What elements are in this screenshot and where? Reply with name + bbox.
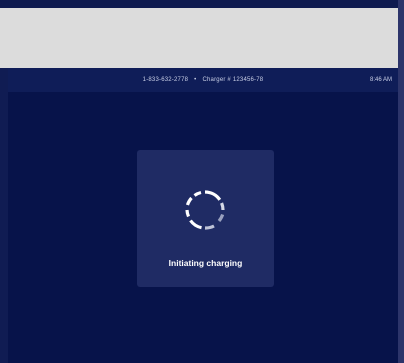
support-phone: 1-833-632-2778 bbox=[142, 77, 189, 83]
right-edge bbox=[398, 0, 404, 363]
left-edge bbox=[0, 68, 8, 363]
status-card: Initiating charging bbox=[137, 150, 274, 287]
status-separator: • bbox=[194, 77, 197, 83]
loading-spinner-icon bbox=[185, 190, 225, 230]
charger-id: Charger # 123456-78 bbox=[202, 77, 264, 83]
clock: 8:46 AM bbox=[369, 77, 392, 83]
kiosk-screen: 1-833-632-2778 • Charger # 123456-78 8:46 … bbox=[8, 68, 398, 363]
top-border bbox=[0, 0, 404, 8]
status-message: Initiating charging bbox=[168, 258, 243, 268]
status-info: 1-833-632-2778 • Charger # 123456-78 bbox=[8, 77, 398, 84]
status-bar: 1-833-632-2778 • Charger # 123456-78 8:46 … bbox=[8, 68, 398, 92]
browser-chrome-bar bbox=[0, 8, 398, 68]
